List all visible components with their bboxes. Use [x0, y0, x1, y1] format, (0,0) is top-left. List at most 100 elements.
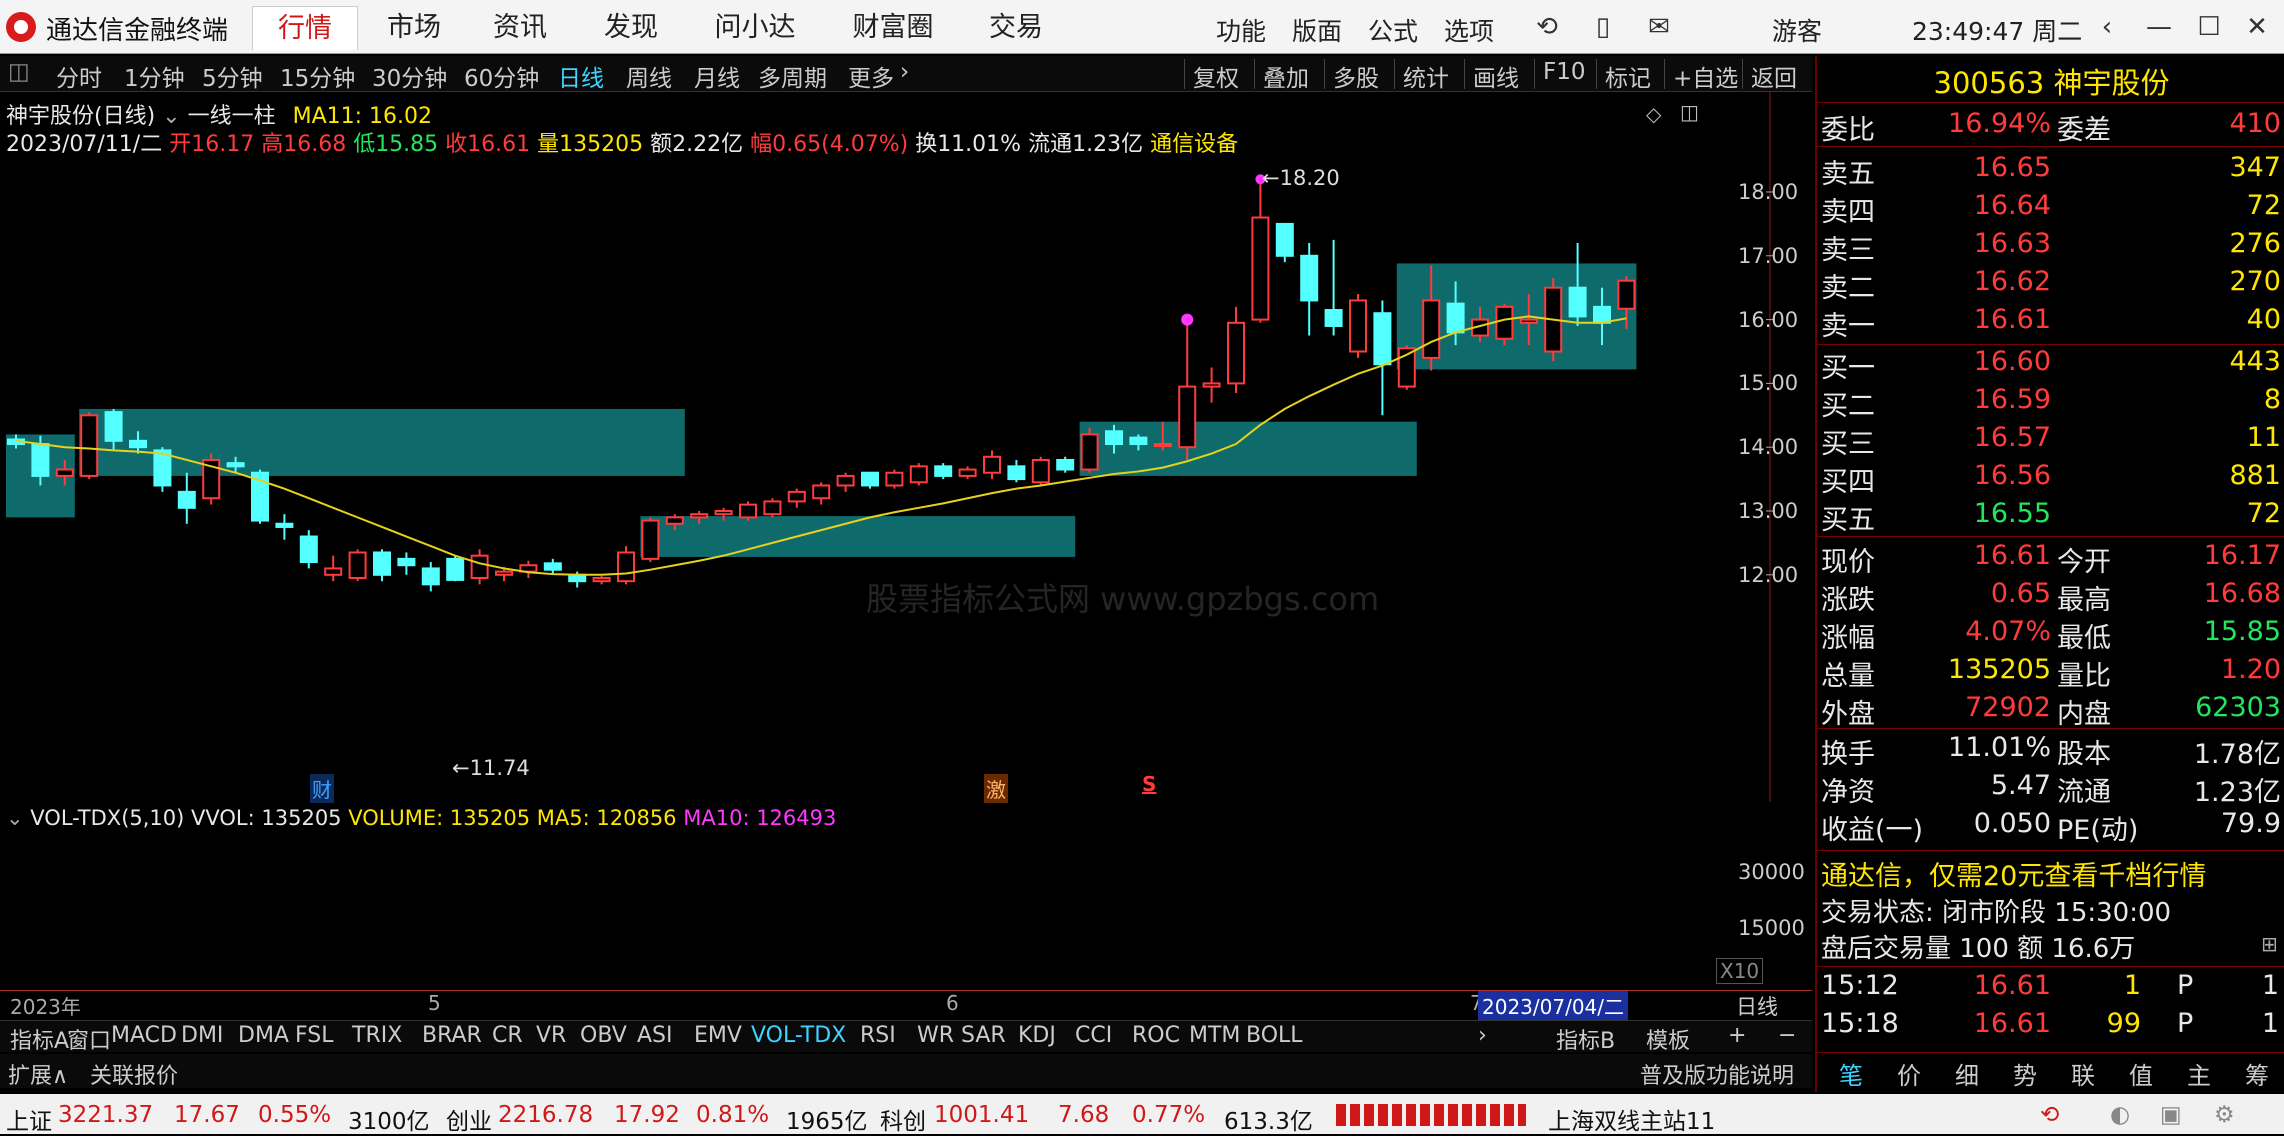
- period-1min[interactable]: 1分钟: [124, 59, 185, 93]
- tab-wenxiaoda[interactable]: 问小达: [696, 6, 814, 50]
- tool-draw-line[interactable]: 画线: [1464, 59, 1519, 92]
- connection-icon[interactable]: ⟲: [2040, 1102, 2059, 1128]
- related-quotes-button[interactable]: 关联报价: [90, 1058, 178, 1090]
- vol-indicator-name[interactable]: VOL-TDX(5,10): [30, 806, 184, 830]
- tab-hangqing[interactable]: 行情: [252, 6, 358, 50]
- maximize-icon[interactable]: ☐: [2192, 10, 2226, 44]
- indicator-tab[interactable]: EMV: [694, 1023, 742, 1048]
- quote-tab[interactable]: 细: [1941, 1056, 1993, 1091]
- settings-icon[interactable]: ⚙: [2214, 1102, 2235, 1128]
- period-more[interactable]: 更多: [848, 59, 894, 93]
- quote-tab[interactable]: 笔: [1825, 1056, 1877, 1091]
- chevron-right-icon[interactable]: ›: [1478, 1023, 1487, 1048]
- server-name[interactable]: 上海双线主站11: [1548, 1102, 1715, 1136]
- period-60min[interactable]: 60分钟: [464, 59, 539, 93]
- indicator-tab[interactable]: KDJ: [1018, 1023, 1056, 1048]
- indicator-tab[interactable]: DMI: [181, 1023, 223, 1048]
- period-weekly[interactable]: 周线: [626, 59, 672, 93]
- stat-label: 换手: [1821, 739, 1875, 770]
- indicator-tab[interactable]: CR: [492, 1023, 523, 1048]
- refresh-icon[interactable]: ⟲: [1530, 10, 1564, 44]
- indicator-tab[interactable]: 窗口: [67, 1023, 111, 1055]
- indicator-tab[interactable]: FSL: [295, 1023, 334, 1048]
- indicator-right-button[interactable]: −: [1778, 1023, 1796, 1048]
- tool-statistics[interactable]: 统计: [1394, 59, 1449, 92]
- menu-layout[interactable]: 版面: [1292, 12, 1342, 48]
- finance-marker[interactable]: 财: [310, 774, 334, 803]
- quote-tab[interactable]: 值: [2115, 1056, 2167, 1091]
- menu-formula[interactable]: 公式: [1368, 12, 1418, 48]
- menu-options[interactable]: 选项: [1444, 12, 1494, 48]
- period-15min[interactable]: 15分钟: [280, 59, 355, 93]
- indicator-right-button[interactable]: 指标B: [1556, 1023, 1615, 1055]
- period-fenshi[interactable]: 分时: [56, 59, 102, 93]
- event-marker[interactable]: 激: [984, 774, 1008, 803]
- indicator-dropdown-icon[interactable]: ⌄: [6, 806, 24, 830]
- tool-overlay[interactable]: 叠加: [1254, 59, 1309, 92]
- indicator-tab[interactable]: WR: [917, 1023, 954, 1048]
- tool-f10[interactable]: F10: [1534, 59, 1586, 89]
- indicator-right-button[interactable]: 模板: [1646, 1023, 1690, 1055]
- sidebar-toggle-icon[interactable]: ◫: [8, 59, 30, 85]
- period-monthly[interactable]: 月线: [694, 59, 740, 93]
- indicator-tab[interactable]: DMA: [238, 1023, 289, 1048]
- quote-tab[interactable]: 势: [1999, 1056, 2051, 1091]
- mail-icon[interactable]: ✉: [1642, 10, 1676, 44]
- bar-float: 流通1.23亿: [1028, 132, 1144, 157]
- tool-add-favorite[interactable]: +自选: [1664, 59, 1738, 92]
- diamond-icon[interactable]: ◇: [1646, 102, 1661, 126]
- tool-back[interactable]: 返回: [1742, 59, 1797, 92]
- user-label[interactable]: 游客: [1772, 12, 1822, 48]
- sh-index-label[interactable]: 上证: [6, 1102, 52, 1136]
- book-level-label: 卖五: [1821, 159, 1875, 190]
- tool-multi-stock[interactable]: 多股: [1324, 59, 1379, 92]
- indicator-tab[interactable]: BRAR: [422, 1023, 482, 1048]
- speaker-icon[interactable]: ◐: [2110, 1102, 2130, 1128]
- kc-index-label[interactable]: 科创: [880, 1102, 926, 1136]
- indicator-tab[interactable]: VOL-TDX: [751, 1023, 846, 1048]
- quote-tab[interactable]: 价: [1883, 1056, 1935, 1091]
- expand-button[interactable]: 扩展∧: [8, 1058, 68, 1090]
- period-30min[interactable]: 30分钟: [372, 59, 447, 93]
- indicator-tab[interactable]: TRIX: [352, 1023, 402, 1048]
- indicator-right-button[interactable]: +: [1728, 1023, 1746, 1048]
- tab-news[interactable]: 资讯: [470, 6, 570, 50]
- kline-chart[interactable]: [0, 92, 1812, 802]
- indicator-tab[interactable]: 指标A: [10, 1023, 69, 1055]
- indicator-tab[interactable]: MACD: [111, 1023, 177, 1048]
- indicator-tab[interactable]: SAR: [961, 1023, 1006, 1048]
- indicator-tab[interactable]: ASI: [637, 1023, 673, 1048]
- indicator-tab[interactable]: BOLL: [1246, 1023, 1303, 1048]
- close-icon[interactable]: ✕: [2240, 10, 2274, 44]
- signal-marker[interactable]: S: [1142, 772, 1156, 796]
- panel-toggle-icon[interactable]: ◫: [1680, 100, 1699, 124]
- tool-restore-rights[interactable]: 复权: [1184, 59, 1239, 92]
- period-multi[interactable]: 多周期: [758, 59, 827, 93]
- promo-link[interactable]: 通达信，仅需20元查看千档行情: [1821, 854, 2206, 893]
- tool-mark[interactable]: 标记: [1596, 59, 1651, 92]
- quote-tab[interactable]: 筹: [2231, 1056, 2283, 1091]
- tab-discover[interactable]: 发现: [576, 6, 686, 50]
- indicator-tab[interactable]: ROC: [1132, 1023, 1180, 1048]
- period-5min[interactable]: 5分钟: [202, 59, 263, 93]
- quote-tab[interactable]: 联: [2057, 1056, 2109, 1091]
- tab-trade[interactable]: 交易: [966, 6, 1066, 50]
- quote-tab[interactable]: 主: [2173, 1056, 2225, 1091]
- help-link[interactable]: 普及版功能说明: [1640, 1058, 1794, 1090]
- indicator-tab[interactable]: OBV: [580, 1023, 627, 1048]
- expand-icon[interactable]: ⊞: [2261, 932, 2278, 956]
- industry-link[interactable]: 通信设备: [1150, 132, 1238, 157]
- indicator-tab[interactable]: MTM: [1189, 1023, 1240, 1048]
- cy-index-label[interactable]: 创业: [446, 1102, 492, 1136]
- indicator-tab[interactable]: VR: [536, 1023, 566, 1048]
- lock-icon[interactable]: ▣: [2160, 1102, 2182, 1128]
- back-icon[interactable]: ‹: [2090, 10, 2124, 44]
- indicator-tab[interactable]: RSI: [860, 1023, 896, 1048]
- period-daily[interactable]: 日线: [558, 59, 604, 93]
- indicator-tab[interactable]: CCI: [1075, 1023, 1112, 1048]
- minimize-icon[interactable]: —: [2142, 10, 2176, 44]
- tab-market[interactable]: 市场: [364, 6, 464, 50]
- tab-caifuquan[interactable]: 财富圈: [828, 6, 958, 50]
- phone-icon[interactable]: ▯: [1586, 10, 1620, 44]
- menu-function[interactable]: 功能: [1216, 12, 1266, 48]
